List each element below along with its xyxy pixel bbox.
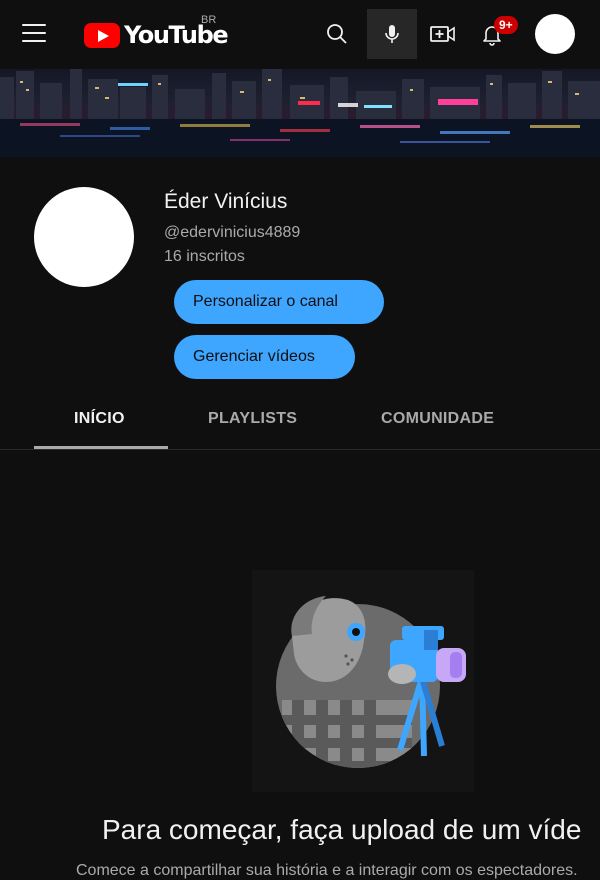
notification-badge: 9+ (494, 16, 518, 34)
region-code: BR (201, 14, 217, 26)
tab-comunidade[interactable]: COMUNIDADE (381, 410, 494, 428)
search-icon (327, 24, 347, 44)
customize-channel-button[interactable]: Personalizar o canal (174, 280, 384, 324)
channel-avatar[interactable] (34, 187, 134, 287)
top-bar: YouTube BR 9+ (0, 0, 600, 69)
empty-state-title: Para começar, faça upload de um víde (102, 814, 582, 845)
customize-channel-label: Personalizar o canal (193, 293, 338, 310)
mic-icon (385, 25, 399, 43)
empty-state-subtitle: Comece a compartilhar sua história e a i… (76, 862, 578, 879)
upload-illustration (252, 570, 474, 792)
create-button[interactable] (422, 14, 462, 54)
tab-playlists[interactable]: PLAYLISTS (208, 410, 297, 428)
channel-name: Éder Vinícius (164, 190, 288, 213)
manage-videos-button[interactable]: Gerenciar vídeos (174, 335, 355, 379)
tab-inicio[interactable]: INÍCIO (74, 410, 125, 428)
manage-videos-label: Gerenciar vídeos (193, 348, 315, 365)
voice-search-button[interactable] (367, 9, 417, 59)
channel-handle: @edervinicius4889 (164, 224, 301, 241)
account-avatar[interactable] (535, 14, 575, 54)
channel-banner (0, 69, 600, 157)
active-tab-indicator (34, 446, 168, 449)
subscriber-count: 16 inscritos (164, 248, 245, 265)
search-button[interactable] (317, 14, 357, 54)
menu-icon[interactable] (22, 24, 46, 44)
channel-tabs: INÍCIO PLAYLISTS COMUNIDADE (0, 392, 600, 450)
camera-operator-icon (276, 596, 466, 768)
create-video-icon (430, 26, 455, 42)
banner-cityscape (0, 69, 600, 157)
youtube-play-icon (84, 22, 120, 48)
